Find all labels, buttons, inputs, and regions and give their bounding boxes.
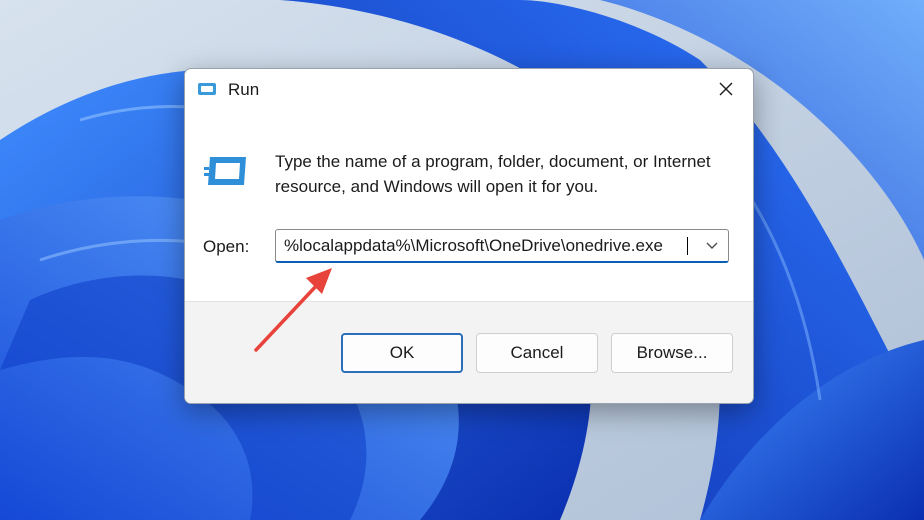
window-title: Run (228, 80, 260, 99)
close-icon (718, 81, 734, 102)
run-app-icon (197, 81, 217, 97)
text-caret (687, 237, 688, 255)
close-button[interactable] (707, 75, 745, 107)
run-dialog: Run Type the name of a program, folder, … (184, 68, 754, 404)
dialog-description: Type the name of a program, folder, docu… (275, 152, 711, 196)
chevron-down-icon (706, 237, 718, 255)
ok-button[interactable]: OK (341, 333, 463, 373)
open-combobox[interactable] (275, 229, 729, 263)
open-input[interactable] (276, 230, 686, 261)
title-bar[interactable]: Run (185, 69, 753, 111)
browse-button[interactable]: Browse... (611, 333, 733, 373)
button-bar: OK Cancel Browse... (185, 301, 753, 403)
dropdown-button[interactable] (702, 237, 722, 255)
run-app-icon-large (204, 153, 250, 189)
cancel-button[interactable]: Cancel (476, 333, 598, 373)
open-label: Open: (203, 237, 250, 256)
